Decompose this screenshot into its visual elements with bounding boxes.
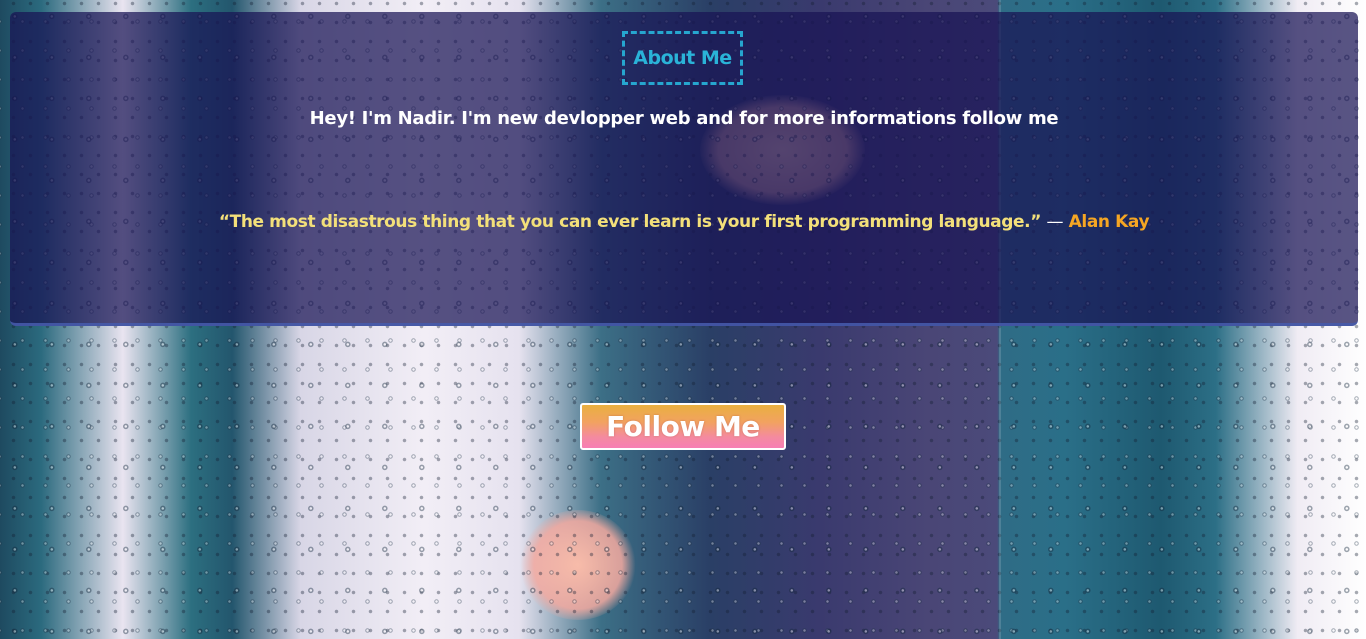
quote-author: Alan Kay [1068, 212, 1150, 232]
about-section: About Me Hey! I'm Nadir. I'm new devlopp… [10, 12, 1358, 326]
quote: “The most disastrous thing that you can … [10, 212, 1358, 232]
about-title: About Me [622, 31, 743, 85]
quote-dash: — [1046, 212, 1064, 232]
follow-me-button[interactable]: Follow Me [580, 403, 786, 450]
quote-text: “The most disastrous thing that you can … [218, 212, 1042, 232]
intro-text: Hey! I'm Nadir. I'm new devlopper web an… [309, 108, 1059, 129]
